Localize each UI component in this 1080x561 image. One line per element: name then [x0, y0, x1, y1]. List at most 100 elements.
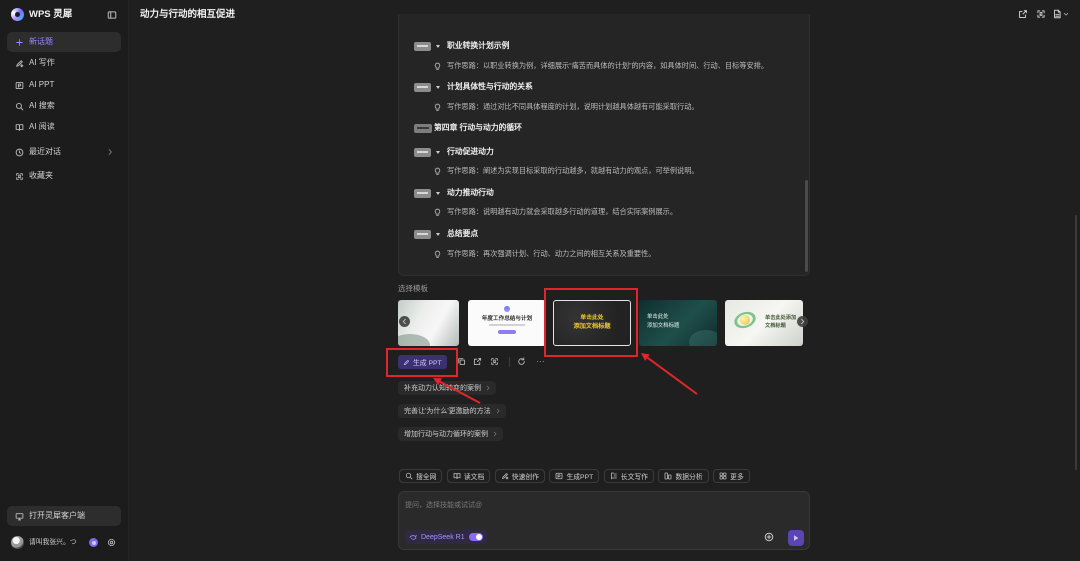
outline-section[interactable]: 计划具体性与行动的关系 — [399, 80, 799, 94]
copy-icon[interactable] — [457, 357, 466, 366]
outline-note-text: 写作思路：阐述为实现目标采取的行动越多，就越有动力的观点，可举例说明。 — [447, 166, 699, 175]
sidebar-item-recent-chats[interactable]: 最近对话 — [7, 142, 121, 162]
model-toggle-switch[interactable] — [468, 533, 483, 541]
collapse-caret-icon[interactable] — [436, 44, 440, 48]
send-icon — [794, 535, 799, 541]
tool-search-web[interactable]: 搜全网 — [399, 469, 443, 483]
gear-icon[interactable] — [107, 538, 116, 547]
tool-generate-ppt[interactable]: 生成PPT — [549, 469, 600, 483]
avatar[interactable] — [11, 536, 24, 549]
lightbulb-icon — [433, 103, 442, 112]
outline-chapter[interactable]: 第四章 行动与动力的循环 — [399, 121, 799, 135]
template-title-line: 单击此处 — [647, 314, 669, 320]
bookmark-icon — [15, 172, 24, 181]
sidebar-item-ai-search[interactable]: AI 搜索 — [7, 96, 121, 116]
model-label: DeepSeek R1 — [421, 533, 465, 541]
outline-chapter-title: 第四章 行动与动力的循环 — [434, 123, 522, 132]
tool-quick-create[interactable]: 快速创作 — [494, 469, 545, 483]
suggestion-chip[interactable]: 增加行动与动力循环的案例 — [398, 427, 503, 441]
collapse-caret-icon[interactable] — [436, 150, 440, 154]
search-icon — [405, 472, 413, 480]
tool-data-analysis[interactable]: 数据分析 — [658, 469, 709, 483]
page-scrollbar[interactable] — [1075, 215, 1077, 470]
template-card[interactable]: 年度工作总结与计划 — [468, 300, 546, 346]
template-card[interactable]: 单击此处 添加文档标题 — [553, 300, 631, 346]
prompt-input[interactable] — [405, 499, 785, 515]
outline-section[interactable]: 行动促进动力 — [399, 145, 799, 159]
tool-label: 数据分析 — [675, 474, 703, 481]
book-icon — [15, 123, 24, 132]
outline-section[interactable]: 职业转换计划示例 — [399, 39, 799, 53]
template-title-line: 文档标题 — [765, 323, 786, 329]
tool-label: 长文写作 — [620, 474, 648, 481]
tool-label: 快速创作 — [511, 474, 539, 481]
chevron-down-icon[interactable] — [1063, 11, 1069, 17]
template-title-line: 添加文档标题 — [647, 323, 680, 329]
more-icon[interactable] — [536, 357, 545, 366]
bookmark-icon[interactable] — [1036, 9, 1046, 19]
chevron-right-icon — [106, 148, 114, 156]
sidebar-item-favorites[interactable]: 收藏夹 — [7, 166, 121, 186]
collapse-caret-icon[interactable] — [436, 85, 440, 89]
template-card[interactable]: 单击此处添加 文档标题 — [725, 300, 803, 346]
outline-scrollbar[interactable] — [805, 180, 808, 272]
model-selector[interactable]: DeepSeek R1 — [405, 530, 487, 544]
skill-toolbar: 搜全网 读文档 快速创作 生成PPT 长文写作 数据分析 更多 — [399, 469, 750, 483]
outline-note: 写作思路：通过对比不同具体程度的计划，说明计划越具体越有可能采取行动。 — [399, 100, 799, 114]
sidebar-item-ai-reading[interactable]: AI 阅读 — [7, 117, 121, 137]
outline-section[interactable]: 动力推动行动 — [399, 186, 799, 200]
generate-ppt-button[interactable]: 生成 PPT — [398, 355, 447, 369]
chevron-right-icon[interactable] — [797, 316, 808, 327]
send-button[interactable] — [788, 530, 804, 546]
user-row: 请叫我张兴。つ — [0, 536, 128, 550]
user-name[interactable]: 请叫我张兴。つ — [29, 536, 77, 549]
outline-note: 写作思路：再次强调计划、行动、动力之间的相互关系及重要性。 — [399, 247, 799, 261]
theme-icon[interactable] — [89, 538, 98, 547]
template-subtitle-bar — [489, 324, 525, 326]
refresh-icon[interactable] — [517, 357, 526, 366]
outline-note-text: 写作思路：再次强调计划、行动、动力之间的相互关系及重要性。 — [447, 249, 656, 258]
clock-icon — [15, 148, 24, 157]
chevron-right-icon — [495, 408, 501, 414]
document-icon — [453, 472, 461, 480]
toolbar-divider — [509, 357, 510, 367]
tool-more[interactable]: 更多 — [713, 469, 750, 483]
sidebar-toggle-icon[interactable] — [107, 10, 117, 20]
tool-long-writing[interactable]: 长文写作 — [603, 469, 654, 483]
suggestion-text: 增加行动与动力循环的案例 — [404, 431, 488, 438]
wps-lingxi-logo-icon — [11, 8, 24, 21]
outline-section[interactable]: 总结要点 — [399, 227, 799, 241]
chat-input-box: DeepSeek R1 — [398, 491, 810, 550]
collapse-caret-icon[interactable] — [436, 191, 440, 195]
search-icon — [15, 102, 24, 111]
outline-section-title: 总结要点 — [447, 229, 479, 238]
heading-block-icon — [414, 41, 431, 51]
heading-block-icon — [414, 147, 431, 157]
collapse-caret-icon[interactable] — [436, 232, 440, 236]
app-name: WPS 灵犀 — [29, 9, 73, 20]
template-title-line: 单击此处 — [580, 315, 604, 321]
open-client-button[interactable]: 打开灵犀客户端 — [7, 506, 121, 526]
sidebar-item-ai-writing[interactable]: AI 写作 — [7, 53, 121, 73]
template-pill — [498, 330, 516, 334]
template-illustration — [740, 315, 750, 325]
suggestion-chip[interactable]: 补充动力认知转变的案例 — [398, 381, 496, 395]
outline-note: 写作思路：说明越有动力就会采取越多行动的道理，结合实际案例展示。 — [399, 205, 799, 219]
chevron-left-icon[interactable] — [399, 316, 410, 327]
new-topic-button[interactable]: 新话题 — [7, 32, 121, 52]
sidebar-item-ai-ppt[interactable]: AI PPT — [7, 75, 121, 95]
heading-block-icon — [414, 188, 431, 198]
open-client-label: 打开灵犀客户端 — [29, 511, 85, 520]
template-card[interactable]: 单击此处 添加文档标题 — [639, 300, 717, 346]
plus-circle-icon[interactable] — [764, 532, 774, 542]
suggestion-text: 补充动力认知转变的案例 — [404, 385, 481, 392]
tool-label: 搜全网 — [416, 474, 437, 481]
bookmark-icon[interactable] — [490, 357, 499, 366]
template-title-line: 添加文档标题 — [573, 323, 611, 330]
chapter-block-icon — [414, 123, 432, 133]
document-icon[interactable] — [1052, 9, 1062, 19]
share-icon[interactable] — [1018, 9, 1028, 19]
suggestion-chip[interactable]: 完善让'为什么'更激励的方法 — [398, 404, 506, 418]
share-icon[interactable] — [473, 357, 482, 366]
tool-read-document[interactable]: 读文档 — [446, 469, 491, 483]
